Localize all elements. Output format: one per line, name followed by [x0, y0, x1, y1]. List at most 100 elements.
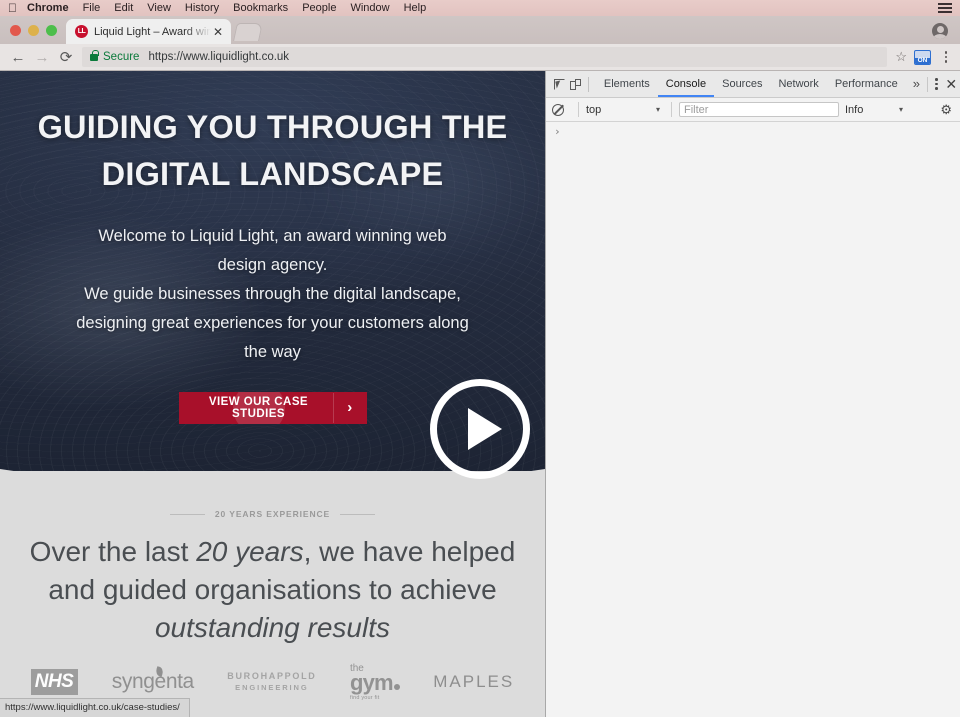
clear-console-icon[interactable]: [552, 103, 564, 116]
devtools-menu-icon[interactable]: [931, 78, 943, 90]
console-context-selector[interactable]: top ▾: [586, 104, 664, 116]
devtools-right-divider: [927, 76, 928, 92]
chevron-down-icon: ▾: [655, 105, 660, 114]
logo-the-gym-tagline: find your fit: [349, 694, 380, 701]
console-filter-bar: top ▾ Filter Info ▾ ⚙: [546, 98, 960, 122]
hero-title-line-1: GUIDING YOU THROUGH THE: [37, 109, 508, 145]
stats-headline-text-2: , we have helped: [303, 536, 516, 567]
logo-nhs: NHS: [30, 669, 79, 696]
menu-item-bookmarks[interactable]: Bookmarks: [233, 2, 288, 14]
menu-item-edit[interactable]: Edit: [114, 2, 133, 14]
menu-item-view[interactable]: View: [147, 2, 171, 14]
inspect-element-icon[interactable]: [551, 78, 567, 90]
chrome-menu-icon[interactable]: [940, 51, 952, 63]
menu-item-window[interactable]: Window: [350, 2, 389, 14]
logo-syngenta: syngenta: [111, 666, 194, 694]
logo-burohappold-sublabel: ENGINEERING: [235, 683, 309, 693]
devtools-tab-bar: Elements Console Sources Network Perform…: [546, 71, 960, 98]
tab-title: Liquid Light – Award winning: [94, 25, 211, 38]
extension-icon[interactable]: ON: [914, 49, 931, 65]
hero-paragraph-line-4: designing great experiences for your cus…: [76, 314, 469, 332]
tab-favicon-icon: LL: [75, 25, 88, 38]
stats-headline-emphasis-1: 20 years: [196, 536, 304, 567]
filterbar-divider-2: [671, 102, 672, 117]
menu-item-file[interactable]: File: [83, 2, 101, 14]
hero-paragraph-line-3: We guide businesses through the digital …: [84, 285, 461, 303]
forward-button[interactable]: →: [30, 50, 54, 65]
devtools-tab-sources[interactable]: Sources: [714, 71, 770, 97]
device-toolbar-icon[interactable]: [567, 78, 583, 90]
stats-headline-emphasis-2: outstanding results: [154, 612, 391, 643]
devtools-close-icon[interactable]: ✕: [942, 77, 960, 91]
link-status-bubble: https://www.liquidlight.co.uk/case-studi…: [0, 698, 190, 717]
menu-item-history[interactable]: History: [185, 2, 219, 14]
devtools-tab-console[interactable]: Console: [657, 71, 715, 97]
window-close-button[interactable]: [10, 25, 21, 36]
window-traffic-lights: [0, 25, 66, 44]
browser-tab[interactable]: LL Liquid Light – Award winning ✕: [66, 19, 231, 44]
hero-paragraph-line-5: the way: [244, 343, 301, 361]
menu-item-people[interactable]: People: [302, 2, 336, 14]
stats-headline: Over the last 20 years, we have helped a…: [0, 533, 545, 647]
logo-maples: MAPLES: [433, 672, 515, 692]
menu-item-help[interactable]: Help: [404, 2, 427, 14]
console-prompt[interactable]: ›: [546, 124, 960, 138]
logo-the-gym: the gym find your fit: [349, 663, 400, 702]
console-context-value: top: [586, 103, 602, 116]
stats-headline-line-1: Over the last 20 years, we have helped: [18, 533, 527, 571]
client-logo-row: NHS syngenta BUROHAPPOLD ENGINEERING the…: [0, 663, 545, 702]
address-bar[interactable]: Secure https://www.liquidlight.co.uk: [82, 47, 888, 67]
eyebrow-rule-left: [169, 513, 205, 515]
filterbar-divider-1: [578, 102, 579, 117]
lock-icon: [90, 49, 99, 61]
logo-the-gym-label: gym: [349, 669, 394, 695]
stats-headline-text-1: Over the last: [29, 536, 197, 567]
devtools-tab-elements[interactable]: Elements: [596, 71, 658, 97]
stats-section: 20 YEARS EXPERIENCE Over the last 20 yea…: [0, 471, 545, 717]
stats-eyebrow: 20 YEARS EXPERIENCE: [0, 509, 545, 519]
profile-avatar-icon[interactable]: [932, 23, 948, 39]
menu-item-chrome[interactable]: Chrome: [27, 2, 69, 14]
chevron-right-icon: ›: [332, 393, 367, 423]
devtools-tab-divider: [588, 76, 589, 92]
window-minimize-button[interactable]: [28, 25, 39, 36]
hero-title-line-2: DIGITAL LANDSCAPE: [101, 156, 444, 192]
logo-burohappold: BUROHAPPOLD ENGINEERING: [227, 671, 316, 693]
back-button[interactable]: ←: [6, 50, 30, 65]
bookmark-star-icon[interactable]: ☆: [895, 49, 907, 65]
apple-logo-icon[interactable]: : [8, 2, 17, 14]
tab-close-icon[interactable]: ✕: [211, 26, 225, 38]
window-maximize-button[interactable]: [46, 25, 57, 36]
chevron-down-icon-level: ▾: [898, 105, 903, 114]
play-icon[interactable]: [430, 379, 530, 479]
stats-headline-line-2: and guided organisations to achieve: [48, 574, 497, 605]
console-level-value: Info: [845, 103, 864, 116]
devtools-panel: Elements Console Sources Network Perform…: [545, 71, 960, 717]
eyebrow-rule-right: [340, 513, 376, 515]
mac-menu-bar:  Chrome File Edit View History Bookmark…: [0, 0, 960, 16]
content-area: GUIDING YOU THROUGH THE DIGITAL LANDSCAP…: [0, 71, 960, 717]
chrome-browser-window: LL Liquid Light – Award winning ✕ ← → ⟳ …: [0, 16, 960, 717]
tab-strip: LL Liquid Light – Award winning ✕: [0, 16, 960, 44]
hero-paragraph-line-1: Welcome to Liquid Light, an award winnin…: [98, 227, 447, 245]
console-output-area[interactable]: ›: [546, 122, 960, 717]
devtools-tab-overflow-icon[interactable]: »: [906, 71, 927, 97]
stats-headline-line-3: outstanding results: [18, 609, 527, 647]
console-level-selector[interactable]: Info ▾: [845, 104, 907, 116]
hero-paragraph-line-2: design agency.: [217, 256, 328, 274]
devtools-tab-performance[interactable]: Performance: [827, 71, 906, 97]
view-case-studies-label: VIEW OUR CASE STUDIES: [208, 396, 309, 420]
devtools-tab-network[interactable]: Network: [770, 71, 826, 97]
hero-title: GUIDING YOU THROUGH THE DIGITAL LANDSCAP…: [0, 104, 545, 198]
page-viewport: GUIDING YOU THROUGH THE DIGITAL LANDSCAP…: [0, 71, 545, 717]
console-filter-input[interactable]: Filter: [679, 102, 839, 117]
logo-syngenta-label: syngenta: [111, 670, 194, 694]
list-icon[interactable]: [938, 3, 952, 13]
logo-the-gym-dot: [393, 683, 400, 690]
stats-eyebrow-label: 20 YEARS EXPERIENCE: [214, 509, 331, 519]
new-tab-icon[interactable]: [233, 23, 263, 41]
extension-badge-label: ON: [915, 57, 930, 64]
reload-button[interactable]: ⟳: [54, 50, 78, 65]
devtools-settings-gear-icon[interactable]: ⚙: [940, 103, 954, 116]
view-case-studies-button[interactable]: VIEW OUR CASE STUDIES ›: [178, 392, 367, 424]
